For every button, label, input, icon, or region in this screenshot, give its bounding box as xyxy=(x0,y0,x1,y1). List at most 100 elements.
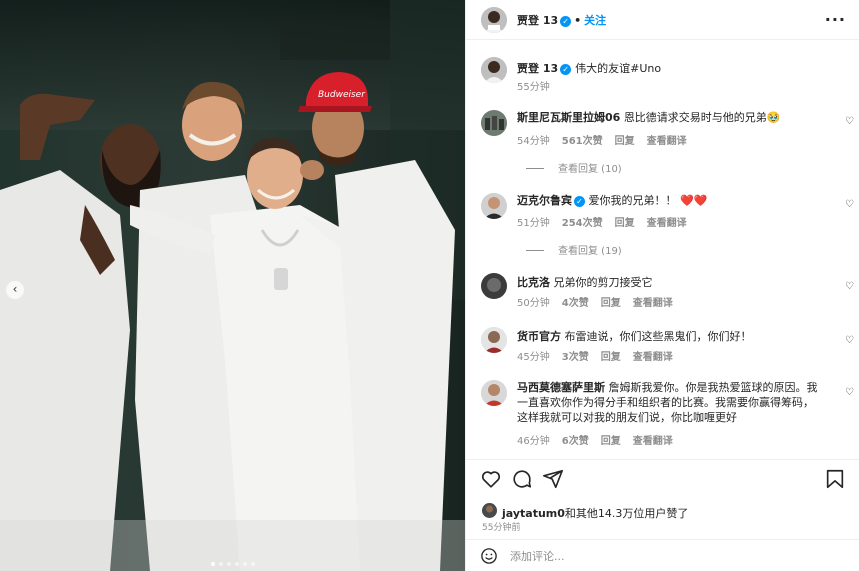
post-viewer: Budweiser ‹ 贾登 13 ✓ • 关注 ··· 贾登 13 ✓ 伟大的… xyxy=(0,0,859,571)
post-header: 贾登 13 ✓ • 关注 ··· xyxy=(466,0,859,40)
comment-time: 45分钟 xyxy=(517,352,550,363)
reply-button[interactable]: 回复 xyxy=(615,218,635,229)
heart-icon[interactable] xyxy=(480,468,502,490)
comment-avatar[interactable] xyxy=(481,110,507,136)
comment-like-count[interactable]: 254次赞 xyxy=(562,218,603,229)
caption-line: 贾登 13 ✓ 伟大的友谊#Uno xyxy=(517,60,661,76)
comment-composer xyxy=(466,539,859,571)
comment-avatar[interactable] xyxy=(481,193,507,219)
caption-avatar[interactable] xyxy=(481,57,507,83)
comment-text-line-3: 这样我就可以对我的朋友们说，你比咖喱更好 xyxy=(517,411,737,424)
translate-button[interactable]: 查看翻译 xyxy=(633,352,673,363)
caption-time: 55分钟 xyxy=(517,82,550,93)
comment-avatar[interactable] xyxy=(481,380,507,406)
comment-username[interactable]: 货币官方 xyxy=(517,330,561,343)
group-photo-illustration: Budweiser xyxy=(0,0,465,571)
comment-avatar-image xyxy=(481,110,507,136)
view-replies-button[interactable]: 查看回复 (19) xyxy=(526,242,622,257)
heart-outline-icon[interactable]: ♡ xyxy=(845,335,854,346)
comment-1: 斯里尼瓦斯里拉姆06 恩比德请求交易时与他的兄弟🥹 xyxy=(517,110,839,125)
comment-like-count[interactable]: 3次赞 xyxy=(562,352,589,363)
comment-username[interactable]: 斯里尼瓦斯里拉姆06 xyxy=(517,111,620,124)
comment-username[interactable]: 迈克尔鲁宾 xyxy=(517,194,572,207)
comment-text: 爱你我的兄弟！！ xyxy=(588,194,677,207)
comment-text: 恩比德请求交易时与他的兄弟🥹 xyxy=(623,111,781,124)
comment-5-meta: 46分钟 6次赞 回复 查看翻译 xyxy=(517,432,685,447)
emoji-icon[interactable] xyxy=(480,547,498,565)
reply-button[interactable]: 回复 xyxy=(601,352,621,363)
post-panel: 贾登 13 ✓ • 关注 ··· 贾登 13 ✓ 伟大的友谊#Uno 55分钟 斯里尼瓦斯… xyxy=(465,0,859,571)
post-photo[interactable]: Budweiser ‹ xyxy=(0,0,465,571)
follow-button[interactable]: 关注 xyxy=(584,14,606,27)
chevron-left-icon[interactable]: ‹ xyxy=(6,281,24,299)
action-bar: jaytatum0和其他14.3万位用户赞了 55分钟前 xyxy=(466,459,859,539)
translate-button[interactable]: 查看翻译 xyxy=(647,218,687,229)
comment-input[interactable] xyxy=(510,546,840,566)
heart-outline-icon[interactable]: ♡ xyxy=(845,199,854,210)
more-horizontal-icon[interactable]: ··· xyxy=(825,10,846,29)
comment-like-count[interactable]: 561次赞 xyxy=(562,136,603,147)
reply-button[interactable]: 回复 xyxy=(615,136,635,147)
comment-2-meta: 51分钟 254次赞 回复 查看翻译 xyxy=(517,214,699,229)
reply-button[interactable]: 回复 xyxy=(601,436,621,447)
author-name[interactable]: 贾登 13 xyxy=(517,14,558,27)
liker-username[interactable]: jaytatum0 xyxy=(502,507,565,520)
comment-1-meta: 54分钟 561次赞 回复 查看翻译 xyxy=(517,132,699,147)
carousel-dot xyxy=(218,562,223,566)
translate-button[interactable]: 查看翻译 xyxy=(633,298,673,309)
comment-avatar-image xyxy=(481,380,507,406)
view-replies-label: 查看回复 (19) xyxy=(558,246,622,257)
comment-time: 50分钟 xyxy=(517,298,550,309)
comment-5: 马西莫德塞萨里斯 詹姆斯我爱你。你是我热爱篮球的原因。我 一直喜欢你作为得分手和… xyxy=(517,380,839,425)
author-avatar[interactable] xyxy=(481,7,507,33)
reply-button[interactable]: 回复 xyxy=(601,298,621,309)
caption-text: 伟大的友谊#Uno xyxy=(575,62,662,75)
view-replies-label: 查看回复 (10) xyxy=(558,164,622,175)
comment-time: 54分钟 xyxy=(517,136,550,147)
comment-username[interactable]: 比克洛 xyxy=(517,276,550,289)
comment-time: 51分钟 xyxy=(517,218,550,229)
likes-text[interactable]: 和其他14.3万位用户赞了 xyxy=(565,507,689,520)
verified-badge-icon: ✓ xyxy=(574,196,585,207)
comment-4: 货币官方 布雷迪说，你们这些黑鬼们，你们好！ xyxy=(517,329,839,344)
post-time[interactable]: 55分钟前 xyxy=(482,520,520,533)
carousel-dot xyxy=(234,562,239,566)
carousel-dot xyxy=(242,562,247,566)
heart-outline-icon[interactable]: ♡ xyxy=(845,116,854,127)
comment-avatar-image xyxy=(481,193,507,219)
comment-text: 兄弟你的剪刀接受它 xyxy=(553,276,653,289)
translate-button[interactable]: 查看翻译 xyxy=(633,436,673,447)
caption-meta: 55分钟 xyxy=(517,78,562,93)
translate-button[interactable]: 查看翻译 xyxy=(647,136,687,147)
comment-text: 布雷迪说，你们这些黑鬼们，你们好！ xyxy=(564,330,752,343)
comment-time: 46分钟 xyxy=(517,436,550,447)
red-hearts-emoji: ❤️❤️ xyxy=(680,194,708,207)
heart-outline-icon[interactable]: ♡ xyxy=(845,387,854,398)
liker-avatar[interactable] xyxy=(482,503,497,518)
comment-3-meta: 50分钟 4次赞 回复 查看翻译 xyxy=(517,294,685,309)
likes-summary: jaytatum0和其他14.3万位用户赞了 xyxy=(502,505,688,521)
comment-like-count[interactable]: 4次赞 xyxy=(562,298,589,309)
comment-avatar[interactable] xyxy=(481,273,507,299)
liker-avatar-image xyxy=(482,503,497,518)
comment-avatar-image xyxy=(481,273,507,299)
comment-username[interactable]: 马西莫德塞萨里斯 xyxy=(517,381,605,394)
comment-avatar[interactable] xyxy=(481,327,507,353)
svg-text:Budweiser: Budweiser xyxy=(318,90,366,100)
header-separator: • xyxy=(574,14,582,27)
bookmark-icon[interactable] xyxy=(824,468,846,490)
comment-4-meta: 45分钟 3次赞 回复 查看翻译 xyxy=(517,348,685,363)
comment-avatar-image xyxy=(481,327,507,353)
view-replies-button[interactable]: 查看回复 (10) xyxy=(526,160,622,175)
comment-like-count[interactable]: 6次赞 xyxy=(562,436,589,447)
comment-icon[interactable] xyxy=(511,468,533,490)
share-icon[interactable] xyxy=(542,468,564,490)
comment-text-line-2: 一直喜欢你作为得分手和组织者的比赛。我需要你赢得筹码， xyxy=(517,396,814,409)
comment-text-line-1: 詹姆斯我爱你。你是我热爱篮球的原因。我 xyxy=(608,381,818,394)
heart-outline-icon[interactable]: ♡ xyxy=(845,281,854,292)
caption-author[interactable]: 贾登 13 xyxy=(517,62,558,75)
comment-2: 迈克尔鲁宾 ✓ 爱你我的兄弟！！ ❤️❤️ xyxy=(517,193,839,208)
replies-dash xyxy=(526,168,544,169)
carousel-dot xyxy=(226,562,231,566)
verified-badge-icon: ✓ xyxy=(560,16,572,27)
